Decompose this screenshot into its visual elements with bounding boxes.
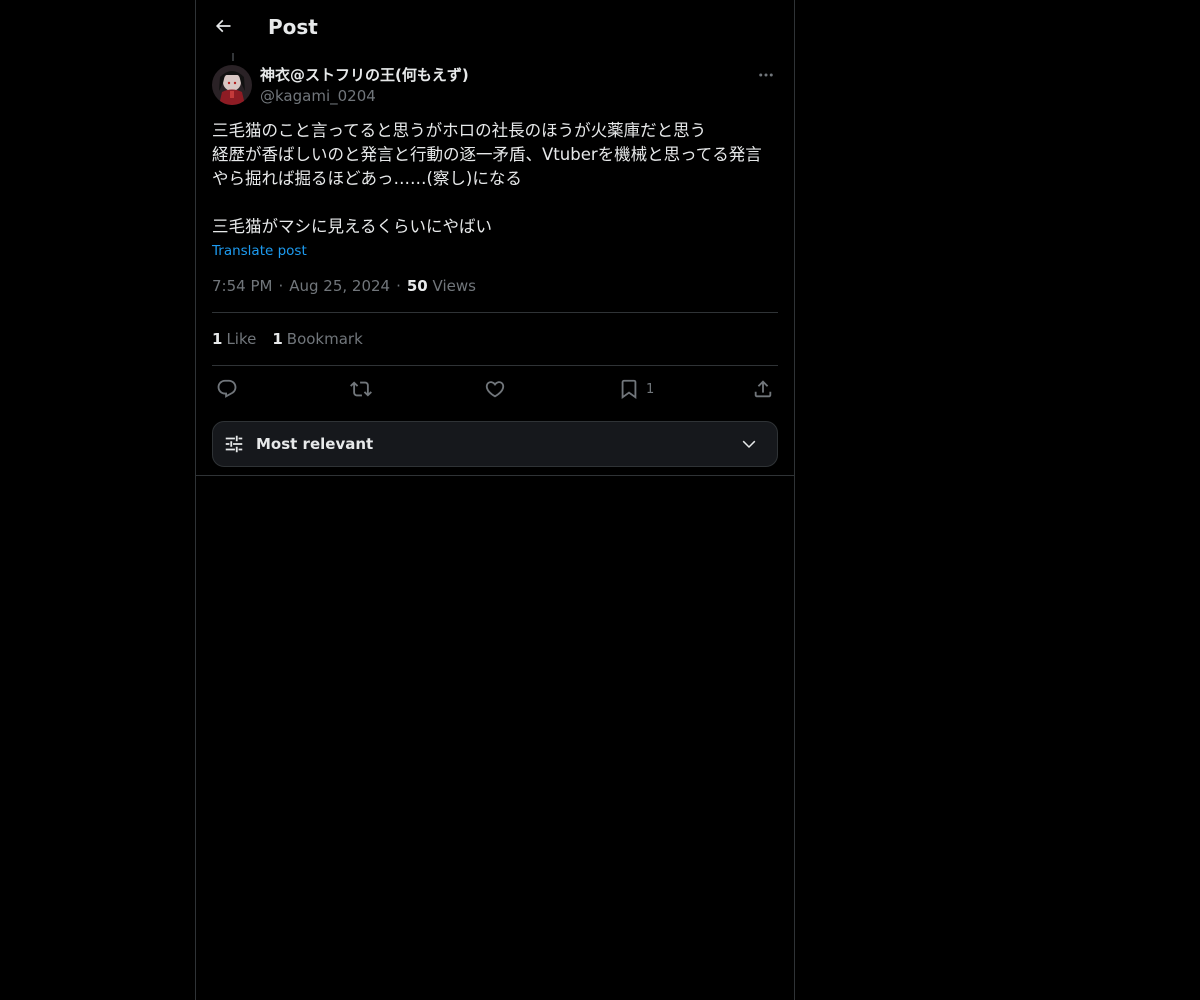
meta-separator: · bbox=[396, 277, 401, 295]
meta-separator: · bbox=[278, 277, 284, 295]
header: Post bbox=[196, 0, 794, 53]
bookmark-button[interactable]: 1 bbox=[618, 376, 654, 402]
reply-button[interactable] bbox=[216, 376, 238, 402]
avatar-image bbox=[212, 65, 252, 105]
reply-icon bbox=[217, 379, 237, 398]
avatar[interactable] bbox=[212, 65, 252, 105]
section-divider bbox=[196, 475, 794, 476]
heart-icon bbox=[485, 381, 505, 398]
post-meta: 7:54 PM · Aug 25, 2024 · 50 Views bbox=[212, 275, 476, 297]
back-button[interactable] bbox=[208, 11, 238, 41]
sort-replies-dropdown[interactable]: Most relevant bbox=[212, 421, 778, 467]
likes-label: Like bbox=[226, 330, 257, 348]
author-display-name[interactable]: 神衣@ストフリの王(何もえず) bbox=[260, 64, 469, 86]
page-title: Post bbox=[268, 15, 318, 39]
views-count: 50 bbox=[406, 277, 428, 295]
post-stats: 1 Like 1 Bookmark bbox=[212, 328, 379, 350]
bookmark-count: 1 bbox=[646, 381, 655, 397]
share-icon bbox=[754, 380, 772, 398]
share-button[interactable] bbox=[752, 376, 774, 402]
bookmarks-label: Bookmark bbox=[286, 330, 363, 348]
views-label: Views bbox=[432, 277, 476, 295]
sort-label: Most relevant bbox=[256, 435, 374, 453]
author-info: 神衣@ストフリの王(何もえず) @kagami_0204 bbox=[260, 64, 469, 106]
bookmarks-stat[interactable]: 1 Bookmark bbox=[272, 330, 362, 348]
main-column: Post 神衣@ストフリの王(何もえず) @kagami_0204 三毛猫のこと… bbox=[195, 0, 795, 1000]
repost-icon bbox=[350, 381, 372, 397]
post-text: 三毛猫のこと言ってると思うがホロの社長のほうが火薬庫だと思う 経歴が香ばしいのと… bbox=[212, 121, 762, 236]
divider bbox=[212, 365, 778, 366]
more-horizontal-icon bbox=[759, 73, 773, 77]
arrow-left-icon bbox=[215, 19, 231, 33]
bookmarks-count: 1 bbox=[272, 330, 283, 348]
post-time[interactable]: 7:54 PM bbox=[212, 277, 272, 295]
translate-post-link[interactable]: Translate post bbox=[212, 241, 307, 261]
like-button[interactable] bbox=[484, 376, 506, 402]
author-handle[interactable]: @kagami_0204 bbox=[260, 86, 469, 106]
sliders-icon bbox=[225, 435, 243, 453]
repost-button[interactable] bbox=[350, 376, 372, 402]
post-date[interactable]: Aug 25, 2024 bbox=[289, 277, 390, 295]
divider bbox=[212, 312, 778, 313]
likes-count: 1 bbox=[212, 330, 223, 348]
bookmark-icon bbox=[621, 379, 637, 400]
chevron-down-icon bbox=[742, 440, 756, 449]
thread-line bbox=[232, 53, 234, 61]
likes-stat[interactable]: 1 Like bbox=[212, 330, 256, 348]
more-options-button[interactable] bbox=[754, 64, 778, 86]
action-bar: 1 bbox=[212, 376, 778, 402]
